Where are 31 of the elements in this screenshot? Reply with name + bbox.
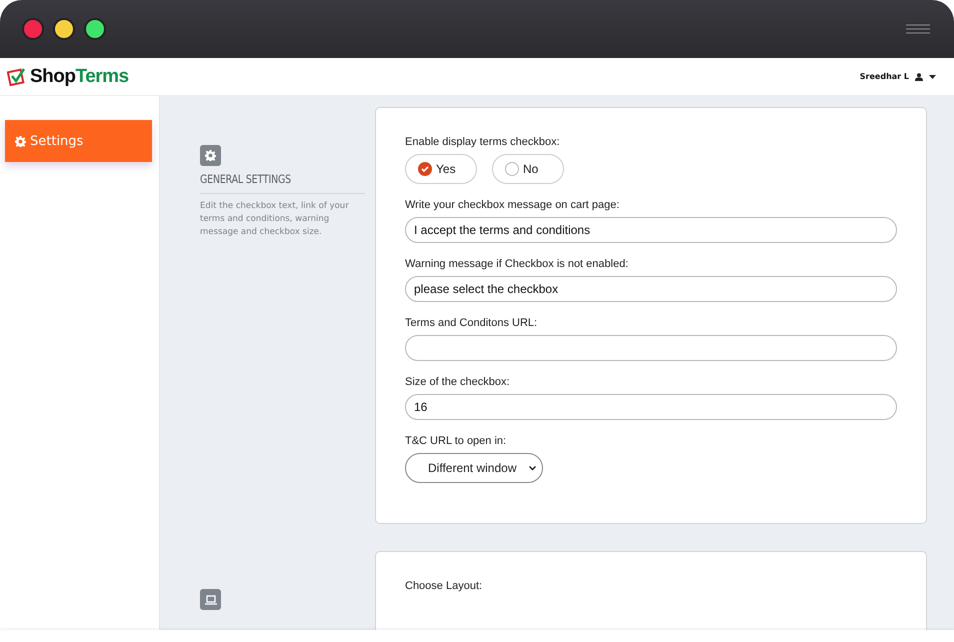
field-label: Enable display terms checkbox: <box>405 136 561 148</box>
gear-icon <box>200 145 221 166</box>
text-field[interactable]: I accept the terms and conditions <box>405 217 897 243</box>
text-field[interactable] <box>405 335 897 361</box>
dropdown[interactable]: Different window <box>405 453 543 483</box>
gear-icon <box>15 136 26 146</box>
maximize-icon[interactable] <box>86 20 104 38</box>
user-name[interactable]: Sreedhar L <box>860 72 909 81</box>
minimize-icon[interactable] <box>55 20 73 38</box>
text-field[interactable]: please select the checkbox <box>405 276 897 302</box>
field-label: Write your checkbox message on cart page: <box>405 199 620 211</box>
checked-radio-icon <box>418 162 432 176</box>
text-field[interactable]: 16 <box>405 394 897 420</box>
section-description: Edit the checkbox text, link of your terms and conditions, warning message and checkbox size. <box>200 200 350 239</box>
laptop-icon <box>200 589 221 610</box>
section-title: GENERAL SETTINGS <box>200 172 366 194</box>
field-label: Size of the checkbox: <box>405 376 511 388</box>
radio-option[interactable]: No <box>492 154 564 184</box>
field-label: Choose Layout: <box>405 580 484 592</box>
brand-name: ShopTerms <box>30 66 129 88</box>
field-label: Warning message if Checkbox is not enabled: <box>405 258 630 270</box>
radio-option[interactable]: Yes <box>405 154 477 184</box>
user-icon <box>915 72 923 80</box>
logo-icon <box>7 66 27 86</box>
close-icon[interactable] <box>24 20 42 38</box>
field-label: T&C URL to open in: <box>405 435 508 447</box>
chevron-icon <box>529 466 536 470</box>
caret-icon[interactable] <box>929 74 936 78</box>
field-label: Terms and Conditons URL: <box>405 317 538 329</box>
radio-icon <box>505 162 519 176</box>
menu-icon[interactable] <box>906 24 930 34</box>
